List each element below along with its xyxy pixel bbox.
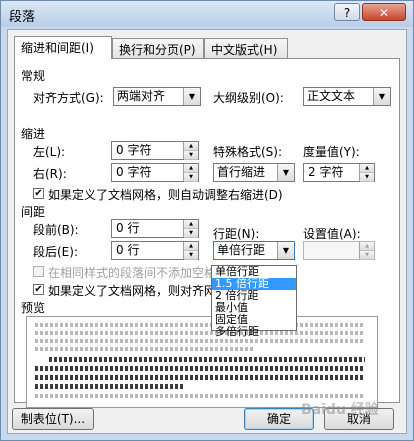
line-spacing-select[interactable]: 单倍行距 ▼ <box>213 241 295 260</box>
snap-to-grid-checkbox[interactable]: ✔ <box>33 284 44 295</box>
watermark: Baidu 经验 <box>301 402 379 418</box>
chevron-down-icon: ▼ <box>277 242 294 259</box>
space-after-label: 段后(E): <box>33 245 78 259</box>
indent-by-label: 度量值(Y): <box>303 145 360 159</box>
preview-prev-line <box>35 331 365 335</box>
dialog-client: 缩进和间距(I) 换行和分页(P) 中文版式(H) 常规 对齐方式(G): 两端… <box>7 29 407 434</box>
preview-current-line <box>35 366 365 371</box>
chevron-down-icon: ▼ <box>373 88 390 105</box>
close-button[interactable]: ✕ <box>362 3 406 21</box>
spin-up-icon[interactable]: ▲ <box>184 242 198 251</box>
outline-level-label: 大纲级别(O): <box>213 91 284 105</box>
chevron-down-icon: ▼ <box>277 164 294 181</box>
outline-level-select[interactable]: 正文文本 ▼ <box>303 87 391 106</box>
line-spacing-dropdown: 单倍行距 1.5 倍行距 2 倍行距 最小值 固定值 多倍行距 <box>211 265 297 338</box>
alignment-label: 对齐方式(G): <box>33 91 104 105</box>
preview-current-line <box>35 384 185 389</box>
line-spacing-value: 单倍行距 <box>217 243 266 257</box>
spin-down-icon[interactable]: ▼ <box>360 173 374 182</box>
space-after-value: 0 行 <box>116 243 140 257</box>
indent-by-value: 2 字符 <box>308 165 344 179</box>
tab-line-page-breaks[interactable]: 换行和分页(P) <box>112 38 204 58</box>
left-indent-value: 0 字符 <box>116 143 152 157</box>
chevron-down-icon: ▼ <box>183 88 200 105</box>
section-preview-title: 预览 <box>21 301 46 315</box>
preview-current-line <box>49 357 365 362</box>
preview-prev-line <box>35 323 365 327</box>
special-indent-value: 首行缩进 <box>217 165 266 179</box>
help-button[interactable]: ? <box>334 3 360 21</box>
left-indent-spinner[interactable]: 0 字符 ▲ ▼ <box>111 141 199 160</box>
right-indent-label: 右(R): <box>33 167 67 181</box>
no-space-same-style-checkbox[interactable] <box>33 266 44 277</box>
spin-up-icon[interactable]: ▲ <box>360 242 374 251</box>
dialog-title: 段落 <box>9 10 36 25</box>
tab-asian-typography[interactable]: 中文版式(H) <box>204 38 288 58</box>
preview-current-line <box>35 375 365 380</box>
line-spacing-label: 行距(N): <box>213 227 260 241</box>
snap-to-grid-label: 如果定义了文档网格，则对齐网 <box>48 284 217 298</box>
special-indent-select[interactable]: 首行缩进 ▼ <box>213 163 295 182</box>
auto-adjust-right-indent-checkbox[interactable]: ✔ <box>33 188 44 199</box>
auto-adjust-right-indent-label: 如果定义了文档网格，则自动调整右缩进(D) <box>48 188 283 202</box>
line-spacing-option[interactable]: 多倍行距 <box>212 326 296 338</box>
space-before-value: 0 行 <box>116 221 140 235</box>
space-after-spinner[interactable]: 0 行 ▲ ▼ <box>111 241 199 260</box>
tab-indent-spacing[interactable]: 缩进和间距(I) <box>14 36 112 59</box>
spin-down-icon[interactable]: ▼ <box>360 251 374 260</box>
special-indent-label: 特殊格式(S): <box>213 145 283 159</box>
spin-up-icon[interactable]: ▲ <box>184 220 198 229</box>
spin-down-icon[interactable]: ▼ <box>184 251 198 260</box>
spin-up-icon[interactable]: ▲ <box>184 142 198 151</box>
preview-next-line <box>35 394 365 398</box>
right-indent-spinner[interactable]: 0 字符 ▲ ▼ <box>111 163 199 182</box>
indent-by-spinner[interactable]: 2 字符 ▲ ▼ <box>303 163 375 182</box>
spin-down-icon[interactable]: ▼ <box>184 151 198 160</box>
spacing-at-spinner[interactable]: ▲ ▼ <box>303 241 375 260</box>
space-before-label: 段前(B): <box>33 223 79 237</box>
preview-prev-line <box>35 339 365 343</box>
paragraph-preview <box>26 316 378 408</box>
alignment-value: 两端对齐 <box>117 89 166 103</box>
title-bar: 段落 ? ✕ <box>1 1 413 27</box>
section-general-title: 常规 <box>21 69 46 83</box>
spin-down-icon[interactable]: ▼ <box>184 173 198 182</box>
right-indent-value: 0 字符 <box>116 165 152 179</box>
spin-down-icon[interactable]: ▼ <box>184 229 198 238</box>
preview-prev-line <box>35 347 255 351</box>
spin-up-icon[interactable]: ▲ <box>360 164 374 173</box>
spin-up-icon[interactable]: ▲ <box>184 164 198 173</box>
paragraph-dialog: 段落 ? ✕ 缩进和间距(I) 换行和分页(P) 中文版式(H) 常规 对齐方式… <box>0 0 414 441</box>
section-indent-title: 缩进 <box>21 127 46 141</box>
section-spacing-title: 间距 <box>21 205 46 219</box>
spacing-at-label: 设置值(A): <box>303 227 361 241</box>
outline-level-value: 正文文本 <box>307 89 356 103</box>
left-indent-label: 左(L): <box>33 145 66 159</box>
tabs-button[interactable]: 制表位(T)... <box>12 408 94 430</box>
space-before-spinner[interactable]: 0 行 ▲ ▼ <box>111 219 199 238</box>
no-space-same-style-label: 在相同样式的段落间不添加空格 <box>48 266 217 280</box>
alignment-select[interactable]: 两端对齐 ▼ <box>113 87 201 106</box>
